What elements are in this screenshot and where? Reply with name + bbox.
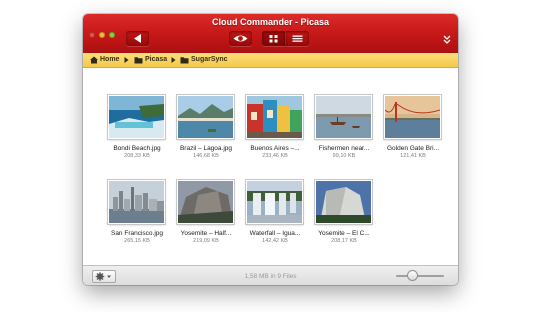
breadcrumb-label: SugarSync: [191, 56, 228, 63]
file-thumbnail: [108, 95, 165, 139]
breadcrumb-label: Picasa: [145, 56, 168, 63]
titlebar: Cloud Commander - Picasa: [83, 14, 458, 53]
folder-icon: [134, 57, 143, 64]
eye-icon: [233, 35, 248, 42]
status-bar: 1,58 MB in 9 Files: [83, 265, 458, 285]
list-view-button[interactable]: [286, 31, 309, 46]
minimize-window-button[interactable]: [99, 32, 105, 38]
file-name: Buenos Aires –...: [250, 145, 300, 152]
file-name: Yosemite – El C...: [318, 230, 370, 237]
file-name: Yosemite – Half...: [180, 230, 232, 237]
file-size: 219,09 KB: [193, 238, 219, 244]
app-window: Cloud Commander - Picasa Home Picasa Sug…: [83, 14, 458, 285]
window-title: Cloud Commander - Picasa: [211, 17, 330, 27]
zoom-slider[interactable]: [396, 275, 444, 277]
file-thumbnail: [246, 180, 303, 224]
file-name: San Francisco.jpg: [110, 230, 164, 237]
double-chevron-down-icon[interactable]: [443, 35, 451, 45]
file-size: 208,17 KB: [331, 238, 357, 244]
file-thumbnail: [177, 180, 234, 224]
file-thumbnail: [315, 95, 372, 139]
file-grid: Bondi Beach.jpg 208,33 KB Brazil – Lagoa…: [83, 68, 458, 265]
file-name: Brazil – Lagoa.jpg: [179, 145, 233, 152]
grid-view-icon: [269, 35, 278, 43]
file-thumbnail: [177, 95, 234, 139]
file-size: 99,10 KB: [332, 153, 356, 159]
file-name: Waterfall – Igua...: [249, 230, 301, 237]
breadcrumb: Home Picasa SugarSync: [83, 53, 458, 68]
preview-button[interactable]: [229, 31, 252, 46]
back-arrow-icon: [134, 34, 141, 43]
grid-view-button[interactable]: [262, 31, 285, 46]
file-name: Fishermen near...: [318, 145, 370, 152]
folder-icon: [180, 57, 189, 64]
list-view-icon: [292, 35, 303, 42]
home-icon: [90, 56, 98, 64]
chevron-right-icon: [171, 57, 176, 63]
file-size: 233,46 KB: [262, 153, 288, 159]
file-size: 142,42 KB: [262, 238, 288, 244]
file-name: Bondi Beach.jpg: [113, 145, 161, 152]
breadcrumb-label: Home: [100, 56, 120, 63]
file-size: 146,68 KB: [193, 153, 219, 159]
file-size: 265,15 KB: [124, 238, 150, 244]
file-thumbnail: [315, 180, 372, 224]
maximize-window-button[interactable]: [109, 32, 115, 38]
chevron-right-icon: [124, 57, 129, 63]
file-thumbnail: [246, 95, 303, 139]
back-button[interactable]: [126, 31, 149, 46]
file-name: Golden Gate Bri...: [386, 145, 440, 152]
close-window-button[interactable]: [89, 32, 95, 38]
file-thumbnail: [108, 180, 165, 224]
file-size: 121,41 KB: [400, 153, 426, 159]
file-size: 208,33 KB: [124, 153, 150, 159]
file-thumbnail: [384, 95, 441, 139]
